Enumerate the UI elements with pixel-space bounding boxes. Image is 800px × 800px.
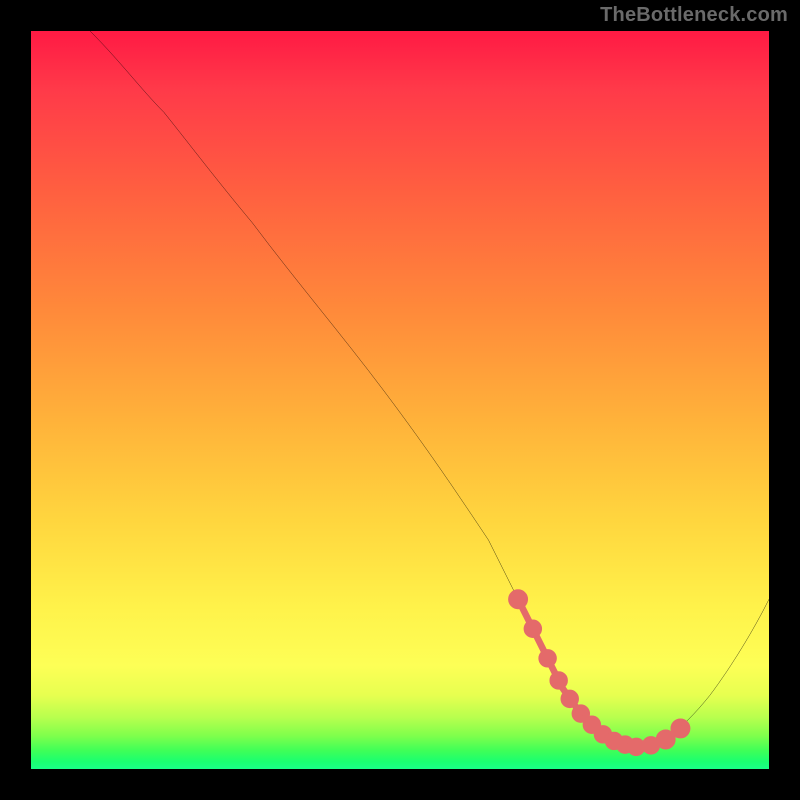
plot-area (31, 31, 769, 769)
chart-frame: TheBottleneck.com (0, 0, 800, 800)
bottleneck-curve (90, 31, 769, 746)
chart-svg (31, 31, 769, 769)
optimal-band-markers (511, 593, 687, 753)
watermark-text: TheBottleneck.com (600, 4, 788, 27)
